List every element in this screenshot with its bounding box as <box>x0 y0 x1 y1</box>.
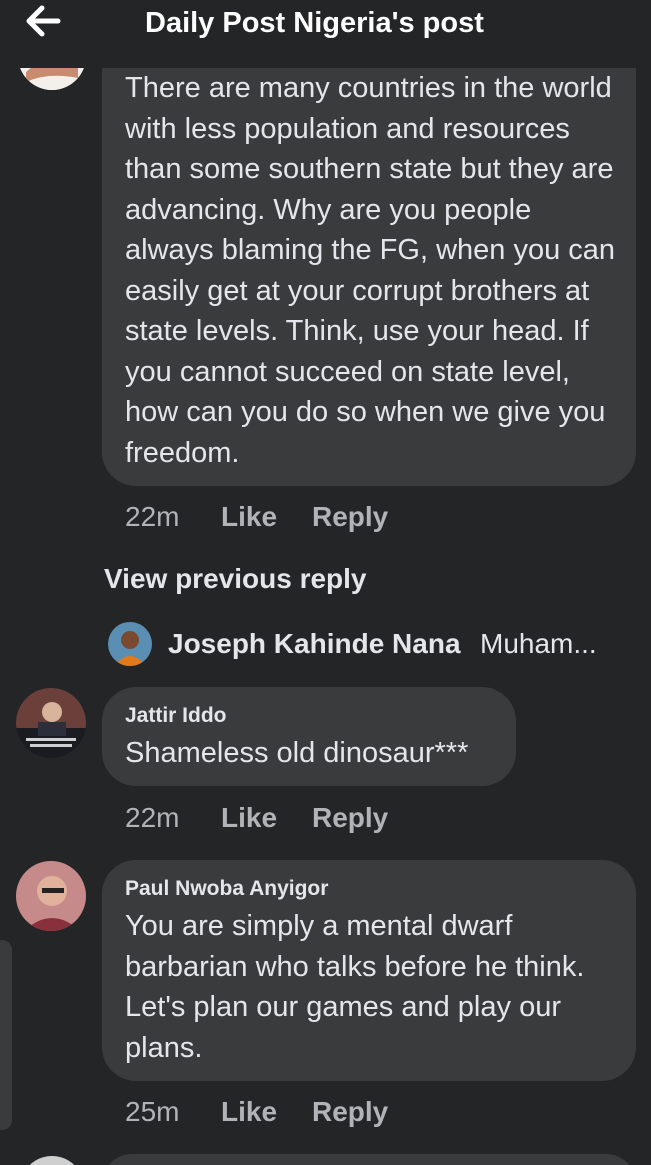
edge-panel-handle[interactable] <box>0 940 12 1130</box>
view-previous-reply-link[interactable]: View previous reply <box>104 563 367 595</box>
avatar[interactable] <box>16 688 86 758</box>
comment-bubble[interactable]: There are many countries in the world wi… <box>102 36 636 486</box>
comment-actions: 25m Like Reply <box>125 1096 485 1132</box>
like-button[interactable]: Like <box>221 501 277 533</box>
arrow-left-icon <box>26 5 61 37</box>
comment-text: Shameless old dinosaur*** <box>125 737 469 769</box>
reply-preview-snippet: Muham... <box>480 628 597 659</box>
back-button[interactable] <box>22 4 64 38</box>
reply-preview[interactable]: Joseph Kahinde Nana Muham... <box>108 622 628 666</box>
comment-timestamp: 25m <box>125 1096 180 1127</box>
comment-bubble[interactable]: Paul Nwoba Anyigor You are simply a ment… <box>102 860 636 1081</box>
like-button[interactable]: Like <box>221 802 277 834</box>
reply-button[interactable]: Reply <box>312 1096 388 1128</box>
reply-button[interactable]: Reply <box>312 802 388 834</box>
comment-actions: 22m Like Reply <box>125 501 485 537</box>
comment-author[interactable]: Paul Nwoba Anyigor <box>125 876 618 902</box>
comment-text: There are many countries in the world wi… <box>125 72 616 469</box>
reply-preview-author: Joseph Kahinde Nana <box>168 628 461 659</box>
avatar[interactable] <box>16 861 86 931</box>
comment-bubble[interactable] <box>102 1154 636 1165</box>
reply-button[interactable]: Reply <box>312 501 388 533</box>
comment-timestamp: 22m <box>125 501 180 532</box>
like-button[interactable]: Like <box>221 1096 277 1128</box>
comment-actions: 22m Like Reply <box>125 802 485 838</box>
top-bar: Daily Post Nigeria's post <box>0 0 651 68</box>
comment-timestamp: 22m <box>125 802 180 833</box>
avatar[interactable] <box>20 1156 84 1165</box>
avatar <box>108 622 152 666</box>
post-comments-page: Daily Post Nigeria's post There are many… <box>0 0 651 1165</box>
comment-text: You are simply a mental dwarf barbarian … <box>125 910 585 1064</box>
page-title: Daily Post Nigeria's post <box>145 7 484 39</box>
comment-bubble[interactable]: Jattir Iddo Shameless old dinosaur*** <box>102 687 516 786</box>
comment-author[interactable]: Jattir Iddo <box>125 703 498 729</box>
